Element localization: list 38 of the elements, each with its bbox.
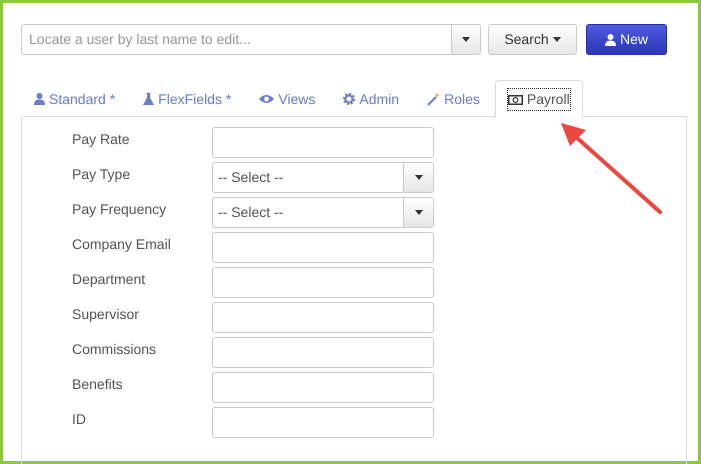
input-field[interactable] [212,407,434,438]
field-label: Supervisor [72,305,140,324]
field-label: ID [72,410,87,429]
user-icon [604,34,616,46]
tab[interactable]: Payroll [494,80,583,118]
money-icon [508,94,523,104]
caret-icon [462,37,470,42]
caret-icon [414,175,422,180]
tab[interactable]: Standard * [21,80,128,117]
input-field[interactable] [212,337,434,368]
flask-icon [143,93,154,105]
select-field[interactable]: -- Select -- [212,162,434,193]
dropdown-button[interactable] [451,24,481,55]
gear-icon [343,93,356,105]
field-label: Commissions [72,340,158,359]
input-field[interactable] [212,267,434,298]
field-label: Department [72,270,146,289]
tab[interactable]: Admin [330,80,412,117]
eye-icon [259,94,274,104]
field-label: Pay Type [72,165,132,184]
field-label: Benefits [72,375,124,394]
caret-icon [414,210,422,215]
tab[interactable]: FlexFields * [130,80,244,117]
search-button[interactable]: Search [488,24,577,55]
input-field[interactable] [212,232,434,263]
input-field[interactable] [212,127,434,158]
tab[interactable]: Roles [414,80,493,117]
input-field[interactable] [212,302,434,333]
select-field[interactable]: -- Select -- [212,197,434,228]
caret-icon [552,37,561,42]
magic-wand-icon [427,92,440,106]
field-label: Company Email [72,235,172,254]
input-field[interactable] [212,372,434,403]
field-label: Pay Frequency [72,200,168,219]
field-label: Pay Rate [72,130,131,149]
tab[interactable]: Views [246,80,328,117]
user-icon [34,93,45,105]
new-button[interactable]: New [586,24,667,55]
